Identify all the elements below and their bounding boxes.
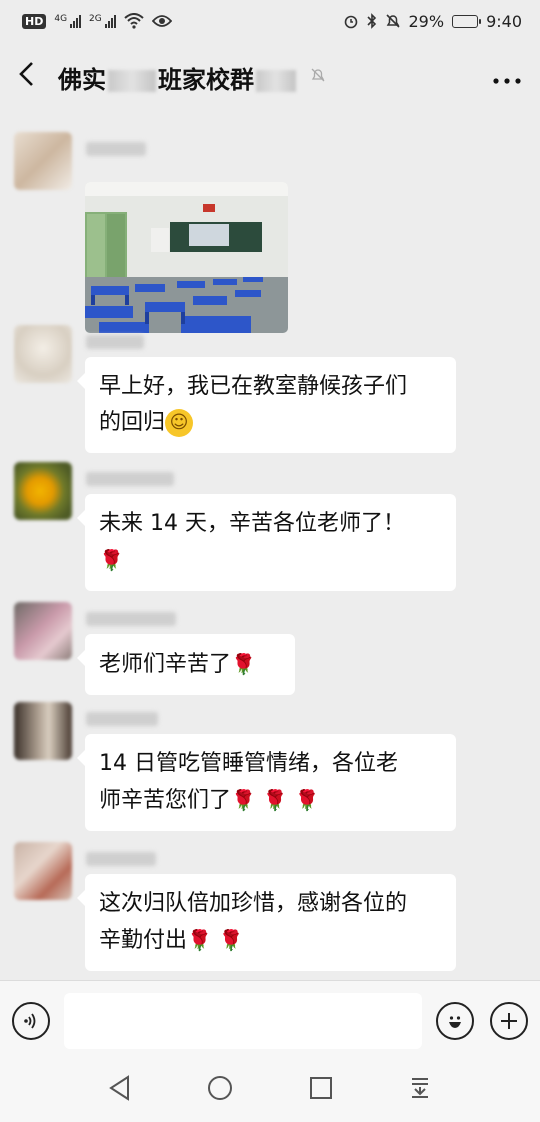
nav-back-icon (108, 1075, 129, 1101)
bluetooth-icon (366, 13, 376, 29)
more-functions-button[interactable] (490, 1001, 528, 1040)
message-text: 师辛苦您们了 (99, 788, 232, 813)
wifi-icon (124, 13, 144, 29)
rose-emoji-icon: 🌹 (231, 788, 256, 812)
signal-icon-2: 2G (89, 14, 116, 28)
chat-title: 佛实 班家校群 (58, 60, 298, 95)
chevron-left-icon (19, 61, 33, 86)
message-text: 老师们辛苦了 (99, 652, 232, 677)
rose-emoji-icon: 🌹 (231, 652, 256, 676)
nav-notification-icon (412, 1078, 429, 1098)
message-bubble[interactable]: 早上好，我已在教室静候孩子们 的回归 ☺ (77, 357, 456, 453)
silent-icon (385, 14, 400, 28)
alarm-icon (344, 15, 357, 29)
classroom-photo[interactable] (85, 182, 288, 333)
voice-icon (24, 1012, 36, 1029)
message-bubble[interactable]: 老师们辛苦了🌹 (77, 634, 295, 695)
message-text: 辛勤付出 (99, 928, 188, 953)
back-button[interactable] (18, 60, 52, 95)
chat-messages[interactable]: 早上好，我已在教室静候孩子们 的回归 ☺ 未来 14 天，辛苦各位老师了！ 🌹 老… (0, 112, 540, 980)
rose-emoji-icon: 🌹 (99, 548, 124, 572)
rose-emoji-icon: 🌹 (187, 928, 212, 952)
message-text: 未来 14 天，辛苦各位老师了！ (99, 511, 405, 536)
system-navigation-bar (0, 1060, 540, 1122)
smile-emoji-icon: ☺ (165, 409, 194, 437)
hd-badge: HD (22, 13, 47, 29)
eye-icon (151, 15, 172, 27)
status-bar: HD 4G 2G 29% 9:40 (0, 0, 540, 42)
more-icon (493, 78, 521, 84)
network-type-label-2: 2G (89, 14, 102, 24)
title-text-1: 佛实 (58, 65, 106, 94)
sender-name (86, 335, 144, 349)
chat-header: 佛实 班家校群 (0, 42, 540, 112)
message-bubble[interactable]: 这次归队倍加珍惜，感谢各位的 辛勤付出🌹 🌹 (77, 874, 456, 971)
nav-back-button[interactable] (108, 1075, 132, 1107)
emoji-button[interactable] (436, 1001, 474, 1040)
nav-home-icon (208, 1076, 233, 1100)
rose-emoji-icon: 🌹 (218, 928, 244, 952)
avatar[interactable] (14, 842, 72, 900)
battery-icon (452, 14, 482, 28)
redacted-text (108, 69, 156, 92)
message-text: 早上好，我已在教室静候孩子们 (99, 374, 408, 399)
network-type-label: 4G (54, 14, 68, 24)
redacted-text-2 (256, 69, 296, 92)
message-input[interactable] (64, 992, 422, 1049)
more-button[interactable] (492, 62, 522, 92)
emoji-icon (449, 1015, 461, 1028)
avatar[interactable] (14, 462, 72, 520)
nav-recent-button[interactable] (309, 1076, 333, 1106)
message-text: 这次归队倍加珍惜，感谢各位的 (99, 891, 408, 916)
rose-emoji-icon: 🌹 (262, 788, 288, 812)
sender-name (86, 712, 158, 726)
nav-recent-icon (309, 1077, 332, 1099)
message-text: 的回归 (99, 410, 166, 435)
rose-emoji-icon: 🌹 (294, 788, 320, 812)
avatar[interactable] (14, 702, 72, 760)
sender-name (86, 142, 146, 156)
clock: 9:40 (486, 11, 522, 31)
nav-notification-button[interactable] (408, 1076, 432, 1106)
sender-name (86, 852, 156, 866)
sender-name (86, 472, 174, 486)
voice-button[interactable] (12, 1001, 50, 1040)
bell-off-icon (310, 67, 326, 87)
nav-home-button[interactable] (207, 1075, 233, 1107)
signal-icon: 4G (54, 14, 82, 28)
avatar[interactable] (14, 132, 72, 190)
message-bubble[interactable]: 未来 14 天，辛苦各位老师了！ 🌹 (77, 494, 456, 591)
sender-name (86, 612, 176, 626)
avatar[interactable] (14, 325, 72, 383)
message-text: 14 日管吃管睡管情绪，各位老 (99, 751, 398, 776)
title-text-2: 班家校群 (158, 65, 254, 94)
input-bar (0, 980, 540, 1060)
plus-icon (501, 1012, 517, 1029)
avatar[interactable] (14, 602, 72, 660)
message-bubble[interactable]: 14 日管吃管睡管情绪，各位老 师辛苦您们了🌹 🌹 🌹 (77, 734, 456, 831)
battery-percent: 29% (408, 11, 445, 31)
